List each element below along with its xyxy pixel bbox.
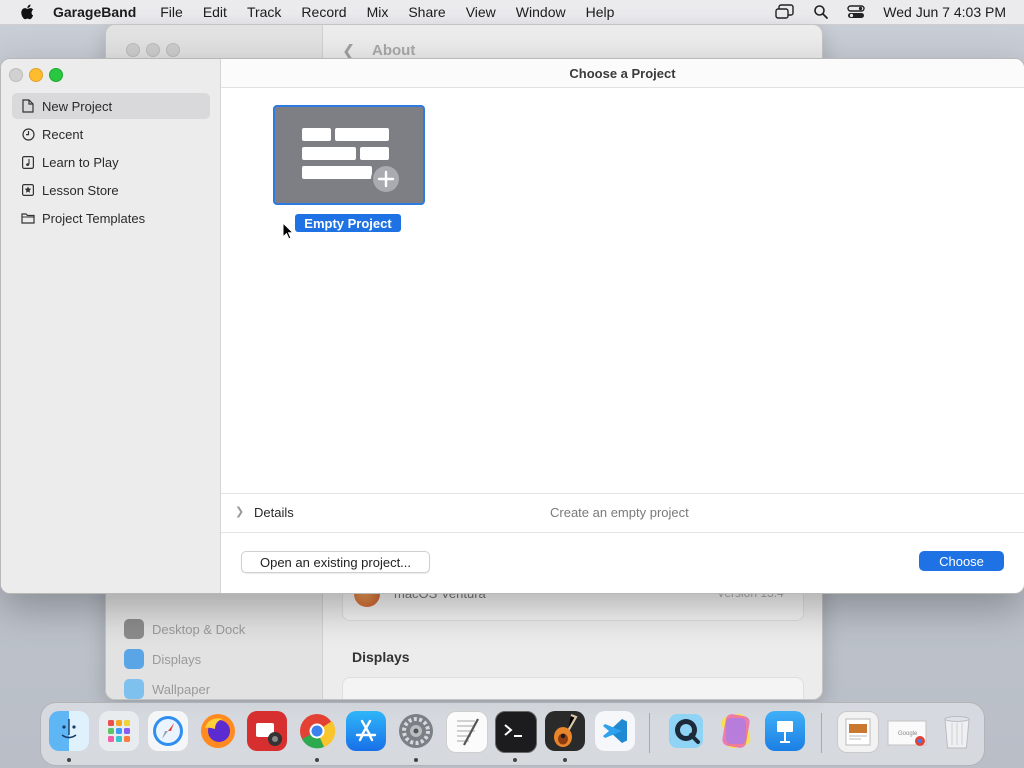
dock-chrome-icon[interactable]	[297, 711, 337, 751]
running-indicator	[414, 758, 418, 762]
background-close-button[interactable]	[126, 43, 140, 57]
app-menu-garageband[interactable]: GarageBand	[53, 4, 136, 20]
dock-system-settings-icon[interactable]	[396, 711, 436, 751]
dock: Google	[40, 702, 985, 766]
running-indicator	[67, 758, 71, 762]
settings-sidebar-label: Wallpaper	[152, 681, 211, 697]
sidebar-item-label: Learn to Play	[42, 154, 119, 170]
settings-sidebar-displays[interactable]: Displays	[124, 649, 201, 669]
displays-section-heading: Displays	[352, 649, 410, 665]
dock-launchpad-icon[interactable]	[99, 711, 139, 751]
displays-icon	[124, 649, 144, 669]
choose-project-dialog: New Project Recent Learn to Play Lesson …	[0, 58, 1024, 594]
menu-file[interactable]: File	[160, 4, 183, 20]
sidebar-item-label: New Project	[42, 98, 113, 114]
dock-keynote-icon[interactable]	[765, 711, 805, 751]
desktop-dock-icon	[124, 619, 144, 639]
dock-separator	[821, 713, 822, 753]
menu-clock[interactable]: Wed Jun 7 4:03 PM	[883, 4, 1006, 20]
open-existing-project-button[interactable]: Open an existing project...	[241, 551, 430, 573]
background-maximize-button[interactable]	[166, 43, 180, 57]
dock-vscode-icon[interactable]	[595, 711, 635, 751]
dock-quicktime-icon[interactable]	[666, 711, 706, 751]
star-icon	[21, 183, 35, 197]
dock-photo-booth-icon[interactable]	[247, 711, 287, 751]
sidebar-item-lesson-store[interactable]: Lesson Store	[12, 177, 210, 203]
display-card[interactable]	[342, 677, 804, 699]
dock-finder-icon[interactable]	[49, 711, 89, 751]
dialog-title: Choose a Project	[221, 59, 1024, 88]
disclosure-chevron-icon[interactable]: ❯	[235, 505, 244, 518]
settings-sidebar-label: Desktop & Dock	[152, 621, 246, 637]
control-center-icon[interactable]	[847, 4, 865, 20]
settings-sidebar-label: Displays	[152, 651, 202, 667]
dock-downloads-stack-icon[interactable]	[837, 711, 879, 753]
mouse-cursor-icon	[282, 222, 294, 240]
screen-mirroring-icon[interactable]	[775, 4, 795, 20]
maximize-button[interactable]	[49, 68, 63, 82]
empty-project-icon	[302, 128, 401, 194]
minimize-button[interactable]	[29, 68, 43, 82]
menu-record[interactable]: Record	[301, 4, 346, 20]
menu-bar: GarageBand File Edit Track Record Mix Sh…	[0, 0, 1024, 25]
sidebar-item-label: Project Templates	[42, 210, 146, 226]
sidebar-item-learn-to-play[interactable]: Learn to Play	[12, 149, 210, 175]
settings-sidebar-wallpaper[interactable]: Wallpaper	[124, 679, 210, 699]
dock-separator	[649, 713, 650, 753]
background-minimize-button[interactable]	[146, 43, 160, 57]
details-row[interactable]: ❯ Details Create an empty project	[221, 493, 1024, 533]
spotlight-search-icon[interactable]	[813, 4, 829, 20]
dialog-sidebar: New Project Recent Learn to Play Lesson …	[1, 59, 221, 593]
empty-project-tile[interactable]	[273, 105, 425, 205]
empty-project-label[interactable]: Empty Project	[295, 214, 401, 232]
svg-text:Google: Google	[898, 731, 918, 737]
dock-firefox-icon[interactable]	[198, 711, 238, 751]
menu-view[interactable]: View	[466, 4, 496, 20]
background-header-label: About	[372, 42, 416, 59]
dock-terminal-icon[interactable]	[495, 711, 537, 753]
dock-safari-icon[interactable]	[148, 711, 188, 751]
dock-pixelmator-icon[interactable]	[716, 711, 756, 751]
sidebar-item-new-project[interactable]: New Project	[12, 93, 210, 119]
dock-app-store-icon[interactable]	[346, 711, 386, 751]
clock-icon	[21, 127, 35, 141]
dock-google-stack-icon[interactable]: Google	[886, 711, 930, 751]
menu-edit[interactable]: Edit	[203, 4, 227, 20]
close-button[interactable]	[9, 68, 23, 82]
dock-textedit-icon[interactable]	[446, 711, 488, 753]
choose-button[interactable]: Choose	[919, 551, 1004, 571]
running-indicator	[563, 758, 567, 762]
running-indicator	[315, 758, 319, 762]
document-icon	[21, 99, 35, 113]
details-label: Details	[254, 505, 294, 520]
sidebar-item-recent[interactable]: Recent	[12, 121, 210, 147]
menu-track[interactable]: Track	[247, 4, 281, 20]
apple-menu-icon[interactable]	[20, 4, 34, 20]
settings-sidebar-desktop-dock[interactable]: Desktop & Dock	[124, 619, 245, 639]
dock-trash-icon[interactable]	[937, 711, 977, 751]
sidebar-item-label: Recent	[42, 126, 84, 142]
menu-window[interactable]: Window	[516, 4, 566, 20]
menu-help[interactable]: Help	[586, 4, 615, 20]
sidebar-item-project-templates[interactable]: Project Templates	[12, 205, 210, 231]
wallpaper-icon	[124, 679, 144, 699]
dock-garageband-icon[interactable]	[545, 711, 585, 751]
music-note-icon	[21, 155, 35, 169]
folder-icon	[21, 211, 35, 225]
details-description: Create an empty project	[550, 505, 689, 520]
sidebar-item-label: Lesson Store	[42, 182, 119, 198]
running-indicator	[513, 758, 517, 762]
menu-mix[interactable]: Mix	[367, 4, 389, 20]
menu-share[interactable]: Share	[408, 4, 445, 20]
